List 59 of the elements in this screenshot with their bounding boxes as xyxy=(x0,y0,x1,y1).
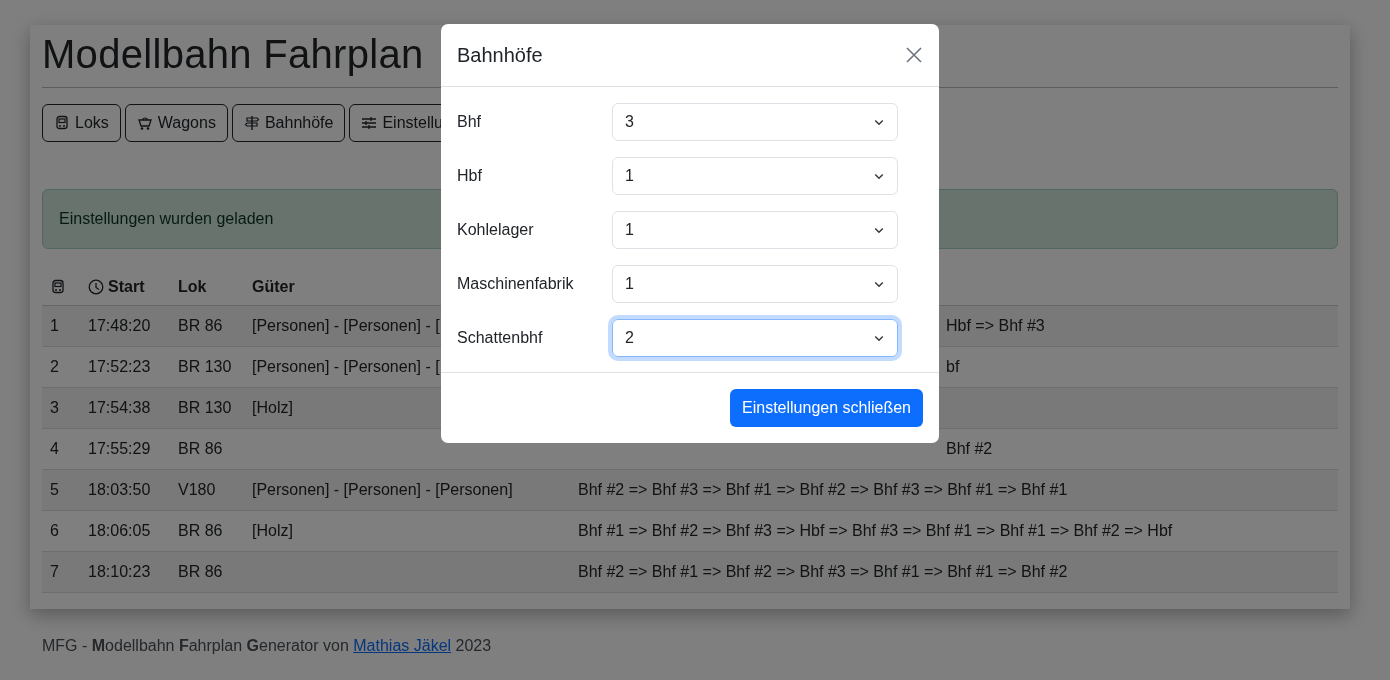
author-link[interactable]: Mathias Jäkel xyxy=(353,637,452,654)
nav-button[interactable]: Wagons xyxy=(124,104,228,142)
page-title: Modellbahn Fahrplan xyxy=(42,32,424,76)
table-cell: BR 86 xyxy=(178,522,223,539)
table-cell: BR 86 xyxy=(178,563,223,580)
column-header: Start xyxy=(108,278,145,296)
select-field[interactable]: 3 xyxy=(612,103,898,141)
column-header: Lok xyxy=(178,278,207,295)
table-cell: Bhf #2 xyxy=(946,440,993,457)
close-settings-button[interactable]: Einstellungen schließen xyxy=(730,389,923,427)
table-cell: Bhf #2 => Bhf #3 => Bhf #1 => Bhf #2 => Bhf #3 => Bhf #1 => Bhf #1 xyxy=(578,481,1068,498)
sliders-icon xyxy=(361,115,378,131)
select-field[interactable]: 1 xyxy=(612,211,898,249)
signpost-icon xyxy=(243,115,260,131)
table-cell: 2 xyxy=(50,358,59,375)
table-cell: 1 xyxy=(50,317,59,334)
nav-button[interactable]: Loks xyxy=(42,104,121,142)
table-cell: [Holz] xyxy=(252,522,293,539)
table-cell: BR 86 xyxy=(178,317,223,334)
train-icon xyxy=(50,279,66,295)
table-cell: 17:48:20 xyxy=(88,317,151,334)
table-cell: [Holz] xyxy=(252,399,293,416)
dialog-title: Bahnhöfe xyxy=(457,43,543,67)
train-icon xyxy=(54,115,70,131)
field-label: Hbf xyxy=(457,167,483,185)
table-cell: 5 xyxy=(50,481,59,498)
table-cell: 17:54:38 xyxy=(88,399,151,416)
select-field[interactable]: 1 xyxy=(612,157,898,195)
table-cell: Bhf #2 => Bhf #1 => Bhf #2 => Bhf #3 => Bhf #1 => Bhf #1 => Bhf #2 xyxy=(578,563,1068,580)
table-cell: BR 130 xyxy=(178,358,232,375)
table-cell: 17:52:23 xyxy=(88,358,151,375)
table-cell: 18:10:23 xyxy=(88,563,151,580)
nav-button[interactable]: Bahnhöfe xyxy=(231,104,346,142)
table-cell: Hbf => Bhf #3 xyxy=(946,317,1045,334)
table-cell: 4 xyxy=(50,440,59,457)
table-cell: 3 xyxy=(50,399,59,416)
cart-icon xyxy=(136,115,153,131)
table-cell: [Personen] - [Personen] - [Personen] xyxy=(252,481,513,498)
clock-icon xyxy=(88,279,104,295)
field-label: Kohlelager xyxy=(457,221,535,239)
field-label: Bhf xyxy=(457,113,482,131)
table-cell: 17:55:29 xyxy=(88,440,151,457)
table-cell: bf xyxy=(946,358,960,375)
table-cell: [Personen] - [Personen] - [ xyxy=(252,358,440,375)
table-cell: BR 130 xyxy=(178,399,232,416)
table-cell: [Personen] - [Personen] - [ xyxy=(252,317,440,334)
field-label: Maschinenfabrik xyxy=(457,275,575,293)
field-label: Schattenbhf xyxy=(457,329,544,347)
table-cell: Bhf #1 => Bhf #2 => Bhf #3 => Hbf => Bhf #3 => Bhf #1 => Bhf #1 => Bhf #2 => Hbf xyxy=(578,522,1173,539)
table-cell: 7 xyxy=(50,563,59,580)
table-cell: 6 xyxy=(50,522,59,539)
table-cell: 18:06:05 xyxy=(88,522,151,539)
footer-text: MFG - Modellbahn Fahrplan Generator von Mathias Jäkel 2023 xyxy=(42,637,493,655)
select-field[interactable]: 1 xyxy=(612,265,898,303)
table-cell: BR 86 xyxy=(178,440,223,457)
table-cell: V180 xyxy=(178,481,216,498)
column-header: Güter xyxy=(252,278,295,295)
close-icon[interactable] xyxy=(906,47,922,63)
table-cell: 18:03:50 xyxy=(88,481,151,498)
